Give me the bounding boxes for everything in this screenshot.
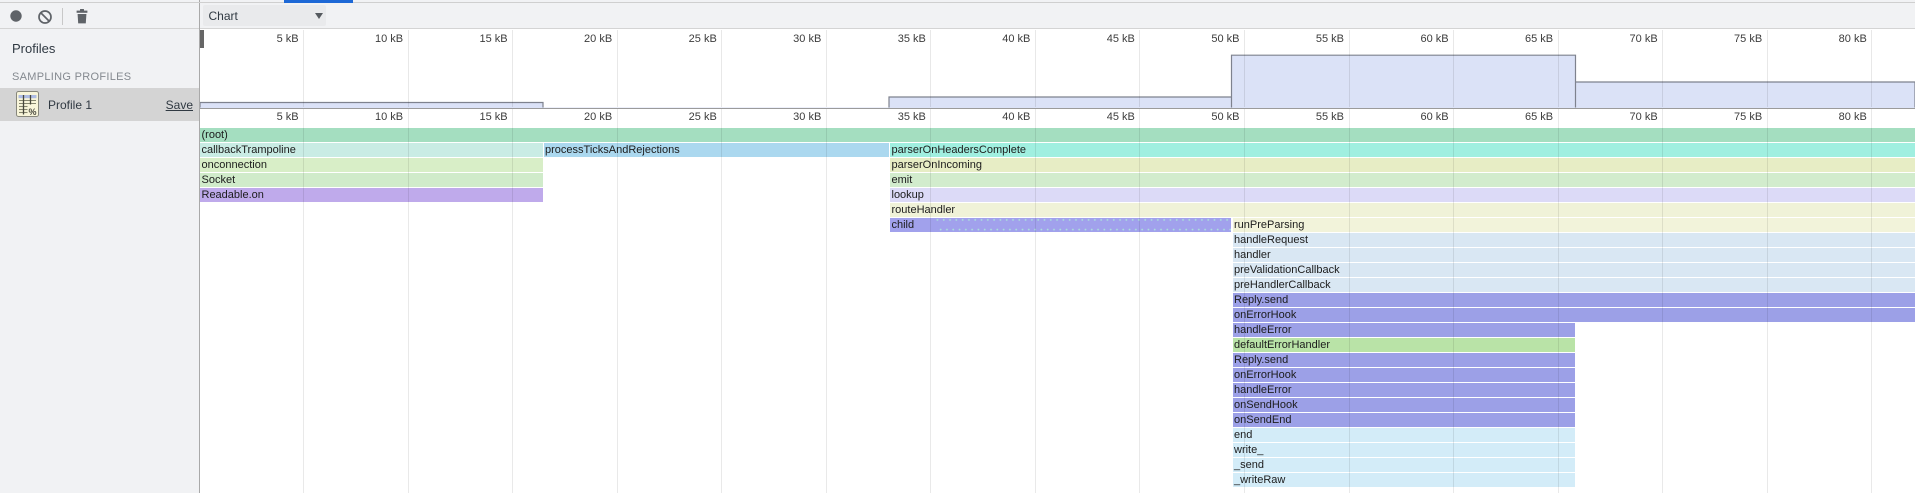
- svg-text:%: %: [29, 107, 37, 117]
